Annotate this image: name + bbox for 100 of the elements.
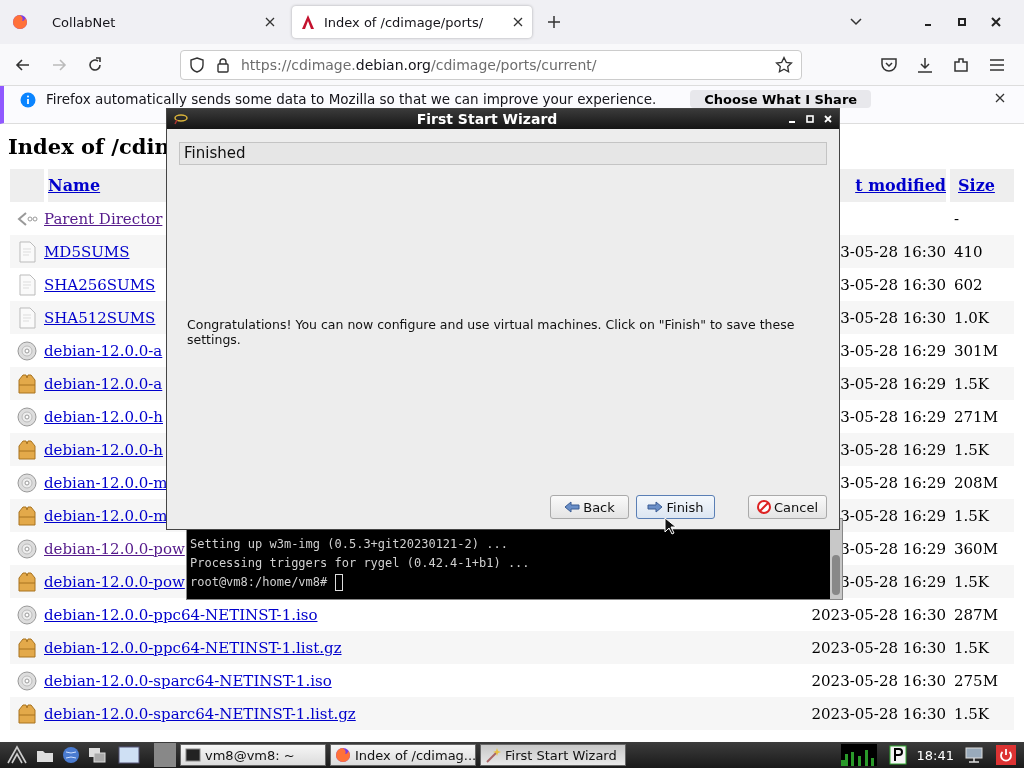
network-icon[interactable] — [964, 746, 984, 764]
date-text: 3-05-28 16:29 — [840, 539, 946, 558]
text-cursor — [334, 574, 343, 591]
maximize-icon[interactable] — [805, 114, 815, 124]
shield-icon[interactable] — [189, 56, 205, 73]
maximize-icon[interactable] — [956, 16, 968, 28]
disc-icon — [17, 472, 37, 493]
size-text: 287M — [954, 605, 998, 624]
terminal-line: root@vm8:/home/vm8# — [190, 574, 329, 591]
size-text: 360M — [954, 539, 998, 558]
windows-icon[interactable] — [88, 747, 106, 763]
size-text: 410 — [954, 242, 983, 261]
letter-a-logo-icon — [300, 14, 316, 30]
file-link[interactable]: debian-12.0.0-h — [44, 440, 163, 459]
file-link[interactable]: debian-12.0.0-a — [44, 374, 163, 393]
taskbar-button[interactable]: First Start Wizard — [480, 744, 626, 766]
date-text: 3-05-28 16:29 — [840, 374, 946, 393]
date-text: 2023-05-28 16:30 — [811, 671, 946, 690]
document-icon — [18, 273, 36, 296]
firefox-icon[interactable] — [335, 747, 351, 763]
size-text: 1.5K — [954, 572, 990, 591]
close-icon[interactable] — [994, 92, 1006, 104]
file-link[interactable]: debian-12.0.0-pow — [44, 539, 185, 558]
size-text: 602 — [954, 275, 983, 294]
close-icon[interactable] — [512, 16, 524, 28]
date-text: 3-05-28 16:29 — [840, 440, 946, 459]
package-icon — [18, 505, 36, 526]
wizard-message: Congratulations! You can now configure and use virtual machines. Click on "Finish" to save these settings. — [187, 317, 796, 347]
window-title: First Start Wizard — [415, 111, 559, 127]
date-text: 3-05-28 16:30 — [840, 242, 946, 261]
size-text: 1.5K — [954, 506, 990, 525]
file-link[interactable]: debian-12.0.0-m — [44, 473, 168, 492]
package-icon — [18, 373, 36, 394]
file-link[interactable]: debian-12.0.0-pow — [44, 572, 185, 591]
disc-icon — [17, 340, 37, 361]
star-icon[interactable] — [775, 55, 793, 74]
firefox-icon[interactable] — [12, 14, 28, 30]
power-icon[interactable] — [996, 745, 1016, 765]
puzzle-icon[interactable] — [952, 55, 970, 74]
terminal-line: Processing triggers for rygel (0.42.4-1+b1) ... — [190, 555, 530, 572]
disc-icon — [17, 670, 37, 691]
column-header-link[interactable]: Name — [48, 176, 101, 195]
file-link[interactable]: SHA512SUMS — [44, 308, 156, 327]
disc-icon — [17, 406, 37, 427]
date-text: 2023-05-28 16:30 — [811, 704, 946, 723]
clock-text: 18:41 — [916, 747, 954, 763]
close-icon[interactable] — [264, 16, 276, 28]
file-link[interactable]: debian-12.0.0-ppc64-NETINST-1.iso — [44, 605, 318, 624]
plus-icon[interactable] — [546, 14, 562, 30]
cpu-graph-icon — [840, 744, 877, 766]
file-link[interactable]: MD5SUMS — [44, 242, 130, 261]
mouse-pointer-icon — [664, 517, 676, 535]
pocket-icon[interactable] — [880, 55, 898, 74]
file-link[interactable]: SHA256SUMS — [44, 275, 156, 294]
wand-icon — [485, 747, 501, 763]
finish-button[interactable]: Finish — [636, 495, 715, 519]
date-text: 3-05-28 16:29 — [840, 473, 946, 492]
scrollbar-thumb[interactable] — [832, 555, 840, 595]
right-arrow-icon — [647, 501, 664, 513]
package-icon — [18, 439, 36, 460]
page-title: Finished — [179, 142, 827, 165]
taskbar-button[interactable]: Index of /cdimag... — [330, 744, 476, 766]
lock-icon[interactable] — [215, 56, 231, 73]
disc-icon — [17, 538, 37, 559]
date-text: 3-05-28 16:29 — [840, 506, 946, 525]
file-link[interactable]: debian-12.0.0-h — [44, 407, 163, 426]
info-icon — [20, 92, 36, 108]
cancel-button[interactable]: Cancel — [748, 495, 827, 519]
globe-icon[interactable] — [62, 746, 80, 764]
taskbar-button[interactable]: vm8@vm8: ~ — [180, 744, 326, 766]
disc-icon — [17, 604, 37, 625]
size-text: 1.5K — [954, 638, 990, 657]
cancel-icon — [756, 500, 771, 514]
size-text: - — [954, 209, 960, 228]
back-button[interactable]: Back — [550, 495, 629, 519]
package-icon — [18, 571, 36, 592]
address-field[interactable]: https://cdimage.debian.org/cdimage/ports/current/ — [180, 49, 802, 80]
share-button[interactable]: Choose What I Share — [690, 90, 872, 108]
download-icon[interactable] — [916, 55, 934, 74]
size-text: 271M — [954, 407, 998, 426]
file-link[interactable]: Parent Director — [44, 209, 163, 228]
size-text: 1.5K — [954, 374, 990, 393]
desktop-icon[interactable] — [118, 746, 140, 764]
date-text: 3-05-28 16:29 — [840, 407, 946, 426]
document-icon — [18, 240, 36, 263]
file-link[interactable]: debian-12.0.0-a — [44, 341, 163, 360]
start-menu-icon[interactable] — [6, 745, 28, 765]
date-text: 3-05-28 16:30 — [840, 308, 946, 327]
document-icon — [18, 306, 36, 329]
reload-icon[interactable] — [86, 55, 104, 74]
size-text: 1.0K — [954, 308, 990, 327]
parking-sign-icon[interactable] — [888, 745, 907, 765]
browser-tab[interactable]: CollabNet — [44, 6, 284, 38]
date-text: 2023-05-28 16:30 — [811, 605, 946, 624]
file-link[interactable]: debian-12.0.0-sparc64-NETINST-1.iso — [44, 671, 332, 690]
file-link[interactable]: debian-12.0.0-m — [44, 506, 168, 525]
close-icon[interactable] — [990, 16, 1002, 28]
size-text: 275M — [954, 671, 998, 690]
browser-tab[interactable]: Index of /cdimage/ports/ — [292, 6, 532, 38]
terminal-line: Setting up w3m-img (0.5.3+git20230121-2) ... — [190, 536, 508, 553]
